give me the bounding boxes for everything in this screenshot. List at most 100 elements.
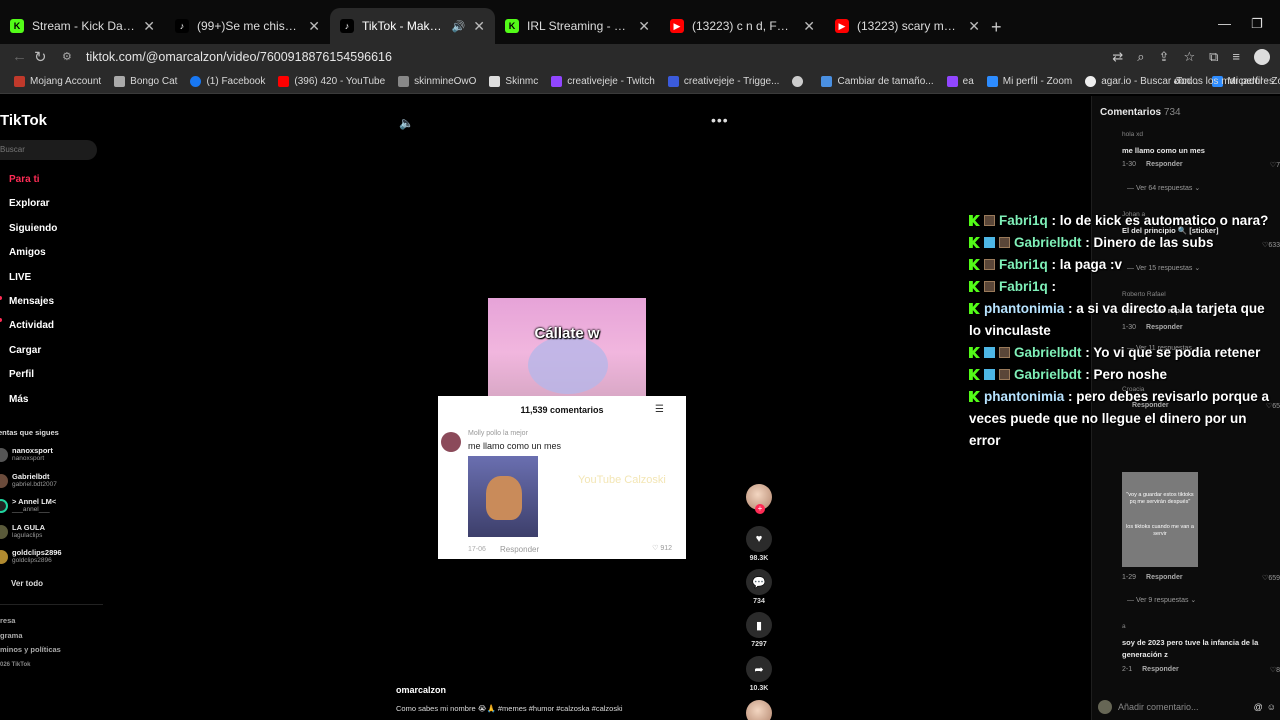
footer-link[interactable]: grama — [0, 629, 61, 644]
extensions-icon[interactable]: ⧉ — [1209, 49, 1218, 65]
tab-tiktok-video[interactable]: ♪ (99+)Se me chispoteó xd #mor ✕ — [165, 8, 330, 44]
heart-icon: ♥ — [746, 526, 772, 552]
close-icon[interactable]: ✕ — [143, 18, 155, 35]
translate-icon[interactable]: ⇄ — [1112, 49, 1123, 65]
nav-mas[interactable]: Más — [9, 394, 57, 418]
comment-input[interactable]: Añadir comentario... — [1118, 702, 1250, 712]
following-account[interactable]: LA GULA lagulaclips — [0, 523, 62, 549]
bookmark-resize[interactable]: Cambiar de tamaño... — [821, 76, 934, 87]
bookmark-skinmine[interactable]: skinmineOwO — [398, 76, 476, 87]
bookmark-ea[interactable]: ea — [946, 76, 974, 87]
creator-name[interactable]: omarcalzon — [396, 685, 446, 695]
video-meme-frame: Cállate w — [488, 298, 646, 397]
site-info-icon[interactable]: ⚙ — [62, 50, 76, 64]
media-icon[interactable]: ≡ — [1232, 49, 1240, 65]
facebook-icon — [190, 76, 202, 87]
close-icon[interactable]: ✕ — [968, 18, 980, 35]
maximize-icon[interactable]: ❐ — [1251, 16, 1263, 32]
meme-caption: Cállate w — [534, 325, 600, 342]
tab-title: Stream - Kick Dashboard — [32, 19, 136, 33]
view-replies[interactable]: — Ver 9 respuestas ⌄ — [1127, 596, 1196, 604]
zoom-icon[interactable]: ⌕ — [1137, 49, 1144, 65]
mention-icon[interactable]: @ — [1254, 702, 1263, 712]
avatar — [0, 473, 8, 488]
tab-tiktok-active[interactable]: ♪ TikTok - Make Your Day 🔊 ✕ — [330, 8, 495, 44]
following-account[interactable]: Gabrielbdt gabriel.bdt2007 — [0, 472, 62, 498]
bookmark-bongo-cat[interactable]: Bongo Cat — [114, 76, 177, 87]
nav-siguiendo[interactable]: Siguiendo — [9, 223, 57, 247]
speaker-icon[interactable]: 🔊 — [452, 20, 466, 33]
bookmark-facebook[interactable]: (1) Facebook — [190, 76, 265, 87]
bookmark-globe[interactable] — [792, 76, 808, 87]
save-button[interactable]: ▮ 7297 — [744, 612, 774, 648]
new-tab-button[interactable]: + — [991, 17, 1002, 38]
comment-like[interactable]: ♡8 — [1270, 666, 1280, 674]
following-account[interactable]: nanoxsport nanoxsport — [0, 446, 62, 472]
tab-irl-streaming[interactable]: K IRL Streaming - Live Streams or ✕ — [495, 8, 660, 44]
following-account[interactable]: > Annel LM< ___annel___ — [0, 497, 62, 523]
comment-like[interactable]: ♡7 — [1270, 161, 1280, 169]
comment-button[interactable]: 💬 734 — [744, 569, 774, 605]
url-text[interactable]: tiktok.com/@omarcalzon/video/76009188761… — [86, 50, 392, 64]
nav-cargar[interactable]: Cargar — [9, 345, 57, 369]
footer-link[interactable]: minos y políticas — [0, 643, 61, 658]
bookmark-twitch[interactable]: creativejeje - Twitch — [551, 76, 655, 87]
nav-mensajes[interactable]: Mensajes — [9, 296, 57, 320]
reply-button[interactable]: Responder — [1146, 161, 1183, 168]
see-all-link[interactable]: Ver todo — [11, 579, 43, 588]
following-account[interactable]: goldclips2896 goldclips2896 — [0, 548, 62, 574]
more-options-icon[interactable]: ••• — [711, 112, 729, 128]
close-icon[interactable]: ✕ — [308, 18, 320, 35]
tab-youtube-2[interactable]: ▶ (13223) scary movie 7 trailer - Y ✕ — [825, 8, 990, 44]
url-bar[interactable]: ⚙ tiktok.com/@omarcalzon/video/760091887… — [56, 44, 1136, 70]
tab-kick-dashboard[interactable]: K Stream - Kick Dashboard ✕ — [0, 8, 165, 44]
avatar — [0, 448, 8, 462]
reload-icon[interactable]: ↻ — [34, 48, 47, 66]
close-icon[interactable]: ✕ — [803, 18, 815, 35]
bookmark-star-icon[interactable]: ☆ — [1183, 49, 1195, 65]
comment-image[interactable]: "voy a guardar estos tiktoks pq me servi… — [1122, 472, 1198, 567]
minimize-icon[interactable]: — — [1218, 16, 1231, 31]
comment-like[interactable]: ♡659 — [1262, 574, 1280, 582]
view-replies[interactable]: — Ver 64 respuestas ⌄ — [1127, 184, 1200, 192]
close-icon[interactable]: ✕ — [473, 18, 485, 35]
creator-avatar-button[interactable]: + — [744, 484, 774, 514]
reply-button[interactable]: Responder — [1146, 574, 1183, 581]
share-count: 10.3K — [749, 685, 769, 692]
search-input[interactable]: Buscar — [0, 140, 97, 160]
bookmark-youtube[interactable]: (396) 420 - YouTube — [278, 76, 385, 87]
copyright: 026 TikTok — [0, 661, 31, 668]
bookmark-trigger[interactable]: creativejeje - Trigge... — [667, 76, 779, 87]
nav-explorar[interactable]: Explorar — [9, 198, 57, 222]
reply-button[interactable]: Responder — [1142, 666, 1179, 673]
chat-message: phantonimia : pero debes revisarlo porqu… — [969, 386, 1280, 452]
nav-perfil[interactable]: Perfil — [9, 369, 57, 393]
comment-user[interactable]: a — [1122, 623, 1126, 630]
close-icon[interactable]: ✕ — [638, 18, 650, 35]
footer-link[interactable]: resa — [0, 614, 61, 629]
nav-amigos[interactable]: Amigos — [9, 247, 57, 271]
comment-user[interactable]: hola xd — [1122, 131, 1143, 138]
nav-live[interactable]: LIVE — [9, 272, 57, 296]
tiktok-logo[interactable]: TikTok — [0, 112, 47, 129]
share-button[interactable]: ➦ 10.3K — [744, 656, 774, 692]
account-name: > Annel LM< — [12, 497, 57, 507]
back-icon[interactable]: ← — [12, 48, 27, 65]
bookmark-icon: ▮ — [746, 612, 772, 638]
image-caption-bottom: los tiktoks cuando me van a servir — [1126, 524, 1194, 537]
install-icon[interactable]: ⇪ — [1159, 49, 1170, 65]
bookmark-zoom-1[interactable]: Mi perfil - Zoom — [986, 76, 1072, 87]
emoji-icon[interactable]: ☺ — [1267, 702, 1276, 712]
follow-plus-icon[interactable]: + — [755, 504, 765, 514]
like-button[interactable]: ♥ 98.3K — [744, 526, 774, 562]
tab-youtube-1[interactable]: ▶ (13223) c n d, Fede Guelmos, A ✕ — [660, 8, 825, 44]
volume-icon[interactable]: 🔈 — [399, 116, 414, 130]
tiktok-nav: Para ti Explorar Siguiendo Amigos LIVE M… — [9, 174, 57, 418]
all-bookmarks-folder[interactable]: Todos los marcadores — [1174, 76, 1274, 87]
bookmark-mojang[interactable]: Mojang Account — [14, 76, 101, 87]
bookmark-skinmc[interactable]: Skinmc — [489, 76, 538, 87]
profile-avatar[interactable] — [1254, 49, 1270, 65]
sound-avatar-button[interactable] — [744, 700, 774, 720]
nav-actividad[interactable]: Actividad — [9, 320, 57, 344]
nav-para-ti[interactable]: Para ti — [9, 174, 57, 198]
